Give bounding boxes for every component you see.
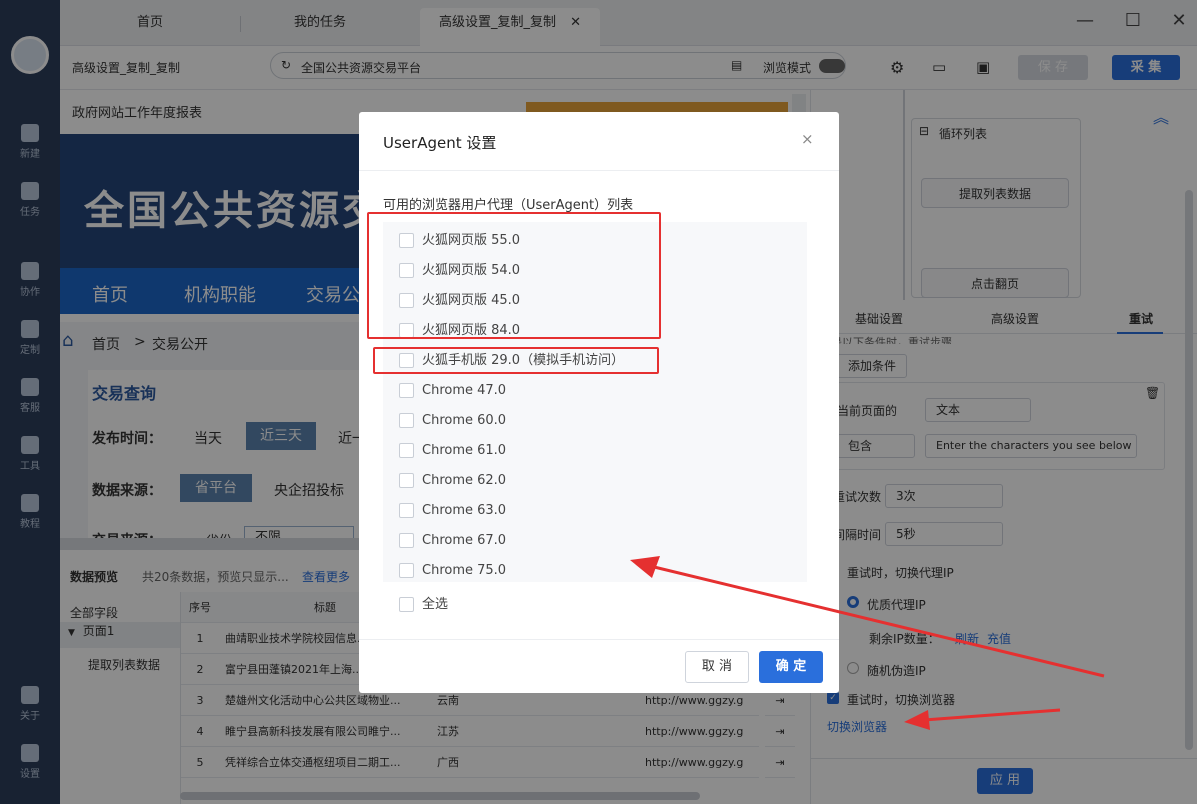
arrow-head-2 — [904, 710, 930, 730]
arrow-head-1 — [630, 556, 660, 578]
annotation-arrows — [630, 556, 1105, 730]
arrow-line-1 — [649, 564, 1105, 678]
arrow-line-2 — [923, 708, 1061, 722]
